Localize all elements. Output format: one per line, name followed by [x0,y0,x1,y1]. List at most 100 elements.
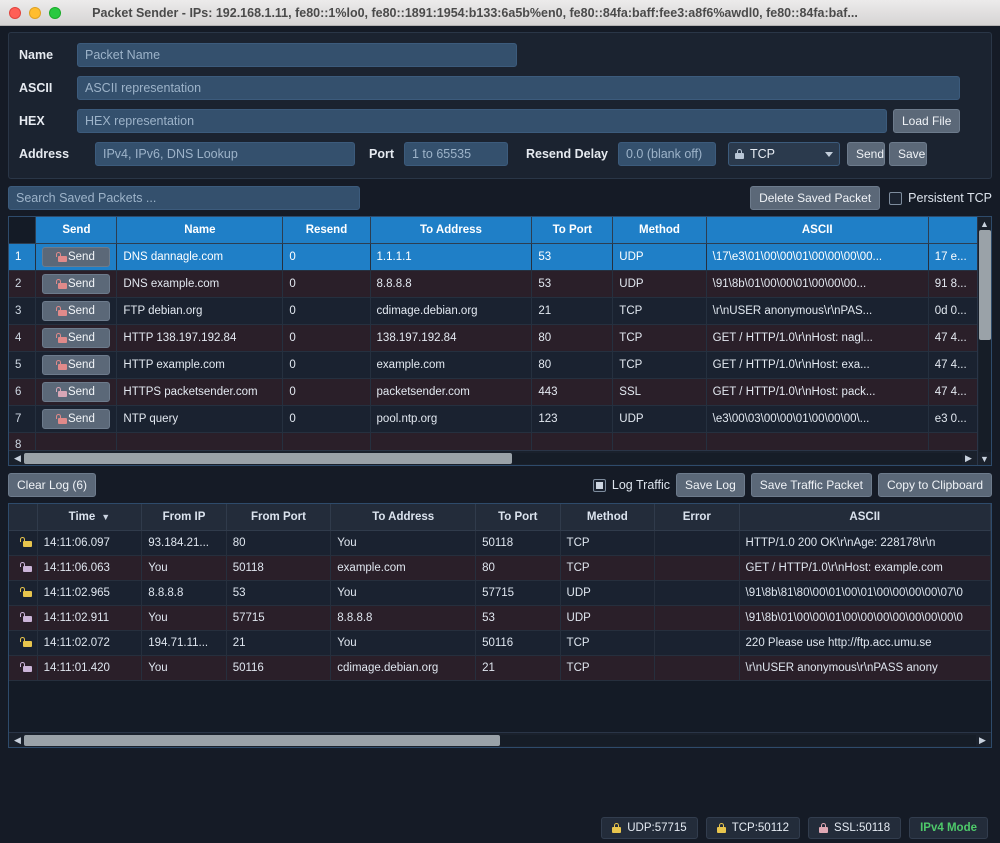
ascii-cell: \r\nUSER anonymous\r\nPAS... [706,297,929,325]
resend-cell: 0 [282,324,371,352]
table-row[interactable]: 14:11:01.420 You 50116 cdimage.debian.org 21… [9,655,991,681]
maximize-window-button[interactable] [49,6,61,19]
hscroll-thumb[interactable] [24,734,500,746]
port-input[interactable] [404,142,508,166]
row-send-label: Send [67,386,95,398]
packet-name-input[interactable] [77,43,517,67]
to-port-cell: 53 [531,243,614,271]
delete-saved-packet-button[interactable]: Delete Saved Packet [750,186,881,210]
save-traffic-packet-button[interactable]: Save Traffic Packet [750,473,872,497]
saved-col-name[interactable]: Name [116,217,284,244]
table-row[interactable]: 5 Send HTTP example.com 0 example.com 80 TCP GE… [9,351,991,379]
hex-input[interactable] [77,109,887,133]
packet-name-cell: DNS dannagle.com [116,243,284,271]
ascii-cell: GET / HTTP/1.0\r\nHost: nagl... [706,324,929,352]
hex-row: HEX Load File [19,109,981,133]
inbound-lock-icon [9,530,38,556]
scroll-right-icon[interactable]: ▶ [976,734,989,747]
method-cell: UDP [612,405,707,433]
load-file-button[interactable]: Load File [893,109,961,133]
row-send-button[interactable]: Send [42,301,111,321]
row-send-button[interactable]: Send [42,409,111,429]
log-col-method[interactable]: Method [560,504,656,531]
table-row[interactable]: 3 Send FTP debian.org 0 cdimage.debian.org 21… [9,297,991,325]
from-port-cell: 53 [226,580,332,606]
saved-col-ascii[interactable]: ASCII [706,217,929,244]
row-send-button[interactable]: Send [42,247,111,267]
table-row[interactable]: 14:11:02.072 194.71.11... 21 You 50116 TCP 220… [9,630,991,656]
saved-table-horizontal-scrollbar[interactable]: ◀ ▶ [9,450,977,465]
row-send-button[interactable]: Send [42,328,111,348]
row-send-button[interactable]: Send [42,382,111,402]
table-row[interactable]: 14:11:02.965 8.8.8.8 53 You 57715 UDP \91\8b\8… [9,580,991,606]
address-input[interactable] [95,142,355,166]
scroll-left-icon[interactable]: ◀ [11,734,24,747]
vscroll-thumb[interactable] [978,230,991,340]
resend-cell: 0 [282,405,371,433]
scroll-right-icon[interactable]: ▶ [962,452,975,465]
hscroll-track[interactable] [24,452,962,464]
table-row[interactable]: 7 Send NTP query 0 pool.ntp.org 123 UDP \e3\00\… [9,405,991,433]
saved-packets-table: Send Name Resend To Address To Port Meth… [9,217,991,458]
table-row[interactable]: 6 Send HTTPS packetsender.com 0 packetsender… [9,378,991,406]
log-col-from-port[interactable]: From Port [226,504,332,531]
save-button[interactable]: Save [888,142,927,166]
ascii-input[interactable] [77,76,960,100]
row-send-button[interactable]: Send [42,274,111,294]
log-col-ascii[interactable]: ASCII [739,504,991,531]
persistent-tcp-checkbox[interactable]: Persistent TCP [889,191,992,205]
table-row[interactable]: 2 Send DNS example.com 0 8.8.8.8 53 UDP \91\8b\… [9,270,991,298]
table-row[interactable]: 14:11:06.097 93.184.21... 80 You 50118 TCP HTT… [9,530,991,556]
vscroll-track[interactable] [978,230,991,452]
table-row[interactable]: 14:11:02.911 You 57715 8.8.8.8 53 UDP \91\8b\0… [9,605,991,631]
row-send-button[interactable]: Send [42,355,111,375]
saved-table-vertical-scrollbar[interactable]: ▲ ▼ [977,217,991,465]
packet-name-cell: HTTP 138.197.192.84 [116,324,284,352]
protocol-select[interactable]: TCP [727,142,840,166]
lock-icon [54,306,68,316]
log-col-to-port[interactable]: To Port [475,504,561,531]
chevron-down-icon [824,151,833,157]
log-col-time[interactable]: Time ▼ [37,504,143,531]
method-cell: TCP [612,324,707,352]
saved-col-resend[interactable]: Resend [282,217,371,244]
hscroll-thumb[interactable] [24,452,512,464]
ascii-cell: HTTP/1.0 200 OK\r\nAge: 228178\r\n [739,530,991,556]
log-col-error[interactable]: Error [654,504,740,531]
table-row[interactable]: 14:11:06.063 You 50118 example.com 80 TCP GET … [9,555,991,581]
status-ssl-label: SSL:50118 [834,822,891,834]
scroll-up-icon[interactable]: ▲ [980,217,989,230]
minimize-window-button[interactable] [29,6,41,19]
persistent-tcp-label: Persistent TCP [908,191,992,205]
send-button[interactable]: Send [846,142,885,166]
log-col-from-ip[interactable]: From IP [141,504,227,531]
close-window-button[interactable] [9,6,21,19]
table-row[interactable]: 1 Send DNS dannagle.com 0 1.1.1.1 53 UDP \17\e3… [9,243,991,271]
table-row[interactable]: 4 Send HTTP 138.197.192.84 0 138.197.192.84 8… [9,324,991,352]
log-traffic-checkbox[interactable]: Log Traffic [592,478,671,492]
resend-delay-input[interactable] [617,142,716,166]
log-table-horizontal-scrollbar[interactable]: ◀ ▶ [9,732,991,747]
copy-to-clipboard-button[interactable]: Copy to Clipboard [877,473,992,497]
method-cell: TCP [560,530,656,556]
address-row: Address Port Resend Delay TCP Send Save [19,142,981,166]
log-col-to-address[interactable]: To Address [330,504,477,531]
method-cell: TCP [560,655,656,681]
saved-col-send[interactable]: Send [35,217,118,244]
saved-col-to-address[interactable]: To Address [370,217,533,244]
saved-col-method[interactable]: Method [612,217,707,244]
to-port-cell: 21 [475,655,561,681]
to-port-cell: 53 [475,605,561,631]
scroll-left-icon[interactable]: ◀ [11,452,24,465]
log-traffic-label: Log Traffic [611,478,671,492]
from-ip-cell: You [141,655,227,681]
save-log-button[interactable]: Save Log [676,473,745,497]
status-ip-mode[interactable]: IPv4 Mode [909,817,988,839]
packet-name-cell: DNS example.com [116,270,284,298]
search-saved-packets-input[interactable] [8,186,360,210]
saved-col-to-port[interactable]: To Port [531,217,614,244]
clear-log-button[interactable]: Clear Log (6) [8,473,97,497]
to-port-cell: 443 [531,378,614,406]
scroll-down-icon[interactable]: ▼ [980,452,989,465]
hscroll-track[interactable] [24,734,976,746]
